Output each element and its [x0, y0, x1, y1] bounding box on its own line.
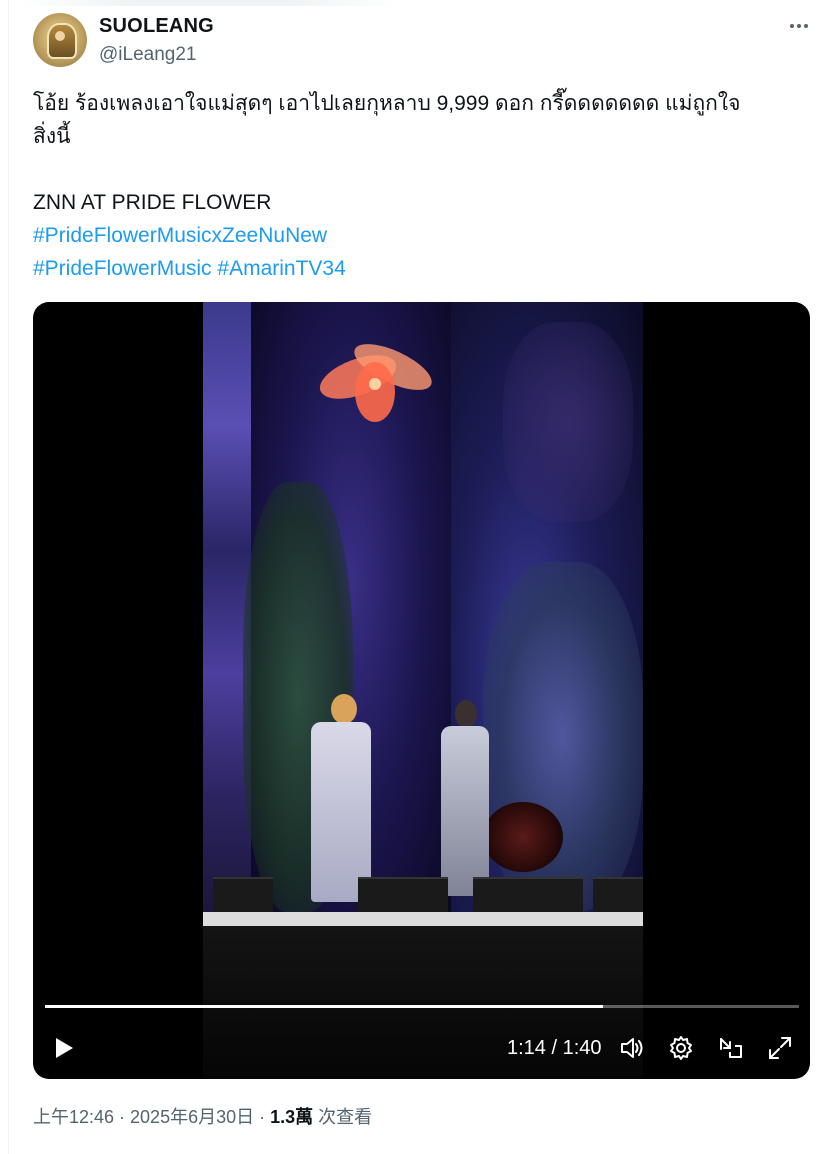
video-controls: 1:14 / 1:40: [33, 1027, 810, 1067]
tweet-meta: 上午12:46 · 2025年6月30日 · 1.3萬 次查看: [33, 1104, 372, 1130]
performer-head: [455, 700, 477, 728]
tweet-text-line: โอ้ย ร้องเพลงเอาใจแม่สุดๆ เอาไปเลยกุหลาบ…: [33, 92, 741, 115]
views-count: 1.3萬: [270, 1107, 314, 1127]
settings-icon[interactable]: [668, 1035, 694, 1061]
progress-fill: [45, 1005, 603, 1008]
tweet-text-line: สิ่งนี้: [33, 125, 71, 148]
video-player[interactable]: 1:14 / 1:40: [33, 302, 810, 1079]
hashtag-link[interactable]: #PrideFlowerMusicxZeeNuNew: [33, 224, 327, 247]
top-divider: [20, 0, 400, 6]
avatar-face: [55, 31, 65, 41]
author-handle[interactable]: @iLeang21: [99, 44, 196, 66]
progress-bar[interactable]: [45, 1005, 799, 1008]
avatar[interactable]: [33, 13, 87, 67]
performer-head: [331, 694, 357, 724]
timeline-border: [8, 0, 9, 1154]
author-display-name[interactable]: SUOLEANG: [99, 14, 214, 38]
volume-icon[interactable]: [619, 1035, 645, 1061]
tweet-text: โอ้ย ร้องเพลงเอาใจแม่สุดๆ เอาไปเลยกุหลาบ…: [33, 87, 803, 285]
performer-left: [311, 722, 371, 902]
views-label: 次查看: [313, 1107, 373, 1127]
flower-graphic: [319, 344, 432, 422]
more-icon[interactable]: [784, 14, 814, 38]
video-frame[interactable]: [203, 302, 643, 1079]
drum-kit: [483, 802, 563, 872]
fullscreen-icon[interactable]: [767, 1035, 793, 1061]
tweet-text-line: ZNN AT PRIDE FLOWER: [33, 191, 272, 214]
avatar-figure: [47, 23, 77, 59]
pop-out-icon[interactable]: [718, 1035, 744, 1061]
play-icon[interactable]: [51, 1035, 77, 1061]
performer-right: [441, 726, 489, 896]
stage-floor: [203, 912, 643, 926]
hashtag-link[interactable]: #AmarinTV34: [217, 257, 345, 280]
time-display: 1:14 / 1:40: [507, 1037, 602, 1059]
hashtag-link[interactable]: #PrideFlowerMusic: [33, 257, 212, 280]
timestamp-link[interactable]: 上午12:46 · 2025年6月30日 ·: [33, 1107, 270, 1127]
